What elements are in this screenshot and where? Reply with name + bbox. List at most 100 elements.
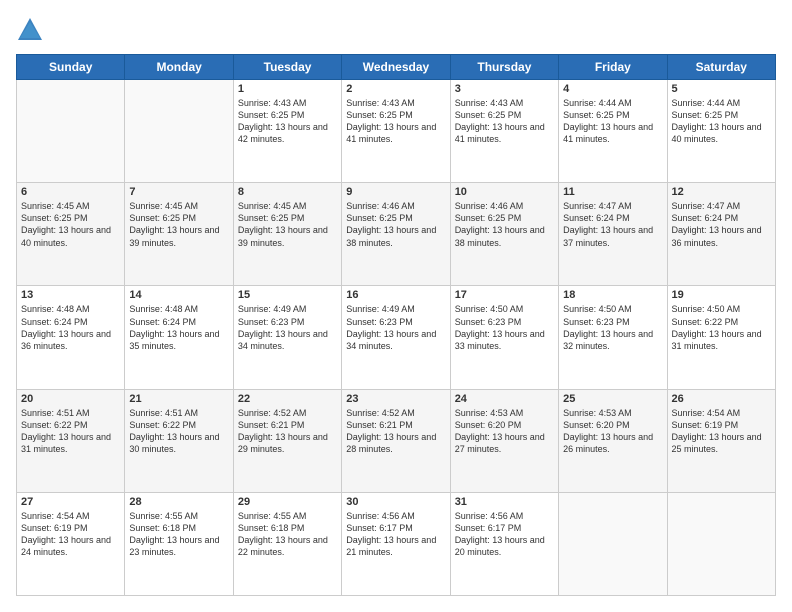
cell-info: Sunrise: 4:48 AM Sunset: 6:24 PM Dayligh… — [129, 303, 228, 352]
cell-info: Sunrise: 4:50 AM Sunset: 6:23 PM Dayligh… — [455, 303, 554, 352]
calendar-cell: 17 Sunrise: 4:50 AM Sunset: 6:23 PM Dayli… — [450, 286, 558, 389]
calendar-cell: 26 Sunrise: 4:54 AM Sunset: 6:19 PM Dayli… — [667, 389, 775, 492]
calendar-cell: 23Sunrise: 4:52 AM Sunset: 6:21 PM Dayli… — [342, 389, 450, 492]
day-number: 21 — [129, 393, 228, 405]
calendar-weekday-header: Wednesday — [342, 55, 450, 80]
day-number: 15 — [238, 289, 337, 301]
cell-info: Sunrise: 4:55 AM Sunset: 6:18 PM Dayligh… — [129, 510, 228, 559]
calendar-weekday-header: Tuesday — [233, 55, 341, 80]
calendar-cell: 8Sunrise: 4:45 AM Sunset: 6:25 PM Daylig… — [233, 183, 341, 286]
calendar-cell: 16 Sunrise: 4:49 AM Sunset: 6:23 PM Dayli… — [342, 286, 450, 389]
cell-info: Sunrise: 4:51 AM Sunset: 6:22 PM Dayligh… — [129, 407, 228, 456]
day-number: 10 — [455, 186, 554, 198]
day-number: 12 — [672, 186, 771, 198]
calendar-header-row: SundayMondayTuesdayWednesdayThursdayFrid… — [17, 55, 776, 80]
calendar-cell: 30Sunrise: 4:56 AM Sunset: 6:17 PM Dayli… — [342, 492, 450, 595]
cell-info: Sunrise: 4:54 AM Sunset: 6:19 PM Dayligh… — [21, 510, 120, 559]
calendar-weekday-header: Saturday — [667, 55, 775, 80]
cell-info: Sunrise: 4:44 AM Sunset: 6:25 PM Dayligh… — [563, 97, 662, 146]
cell-info: Sunrise: 4:46 AM Sunset: 6:25 PM Dayligh… — [346, 200, 445, 249]
day-number: 19 — [672, 289, 771, 301]
day-number: 5 — [672, 83, 771, 95]
cell-info: Sunrise: 4:43 AM Sunset: 6:25 PM Dayligh… — [455, 97, 554, 146]
calendar-week-row: 20 Sunrise: 4:51 AM Sunset: 6:22 PM Dayli… — [17, 389, 776, 492]
calendar-week-row: 6 Sunrise: 4:45 AM Sunset: 6:25 PM Daylig… — [17, 183, 776, 286]
cell-info: Sunrise: 4:53 AM Sunset: 6:20 PM Dayligh… — [563, 407, 662, 456]
calendar-cell — [17, 80, 125, 183]
day-number: 18 — [563, 289, 662, 301]
calendar-cell: 12 Sunrise: 4:47 AM Sunset: 6:24 PM Dayli… — [667, 183, 775, 286]
day-number: 7 — [129, 186, 228, 198]
calendar-cell: 9Sunrise: 4:46 AM Sunset: 6:25 PM Daylig… — [342, 183, 450, 286]
calendar-cell: 3 Sunrise: 4:43 AM Sunset: 6:25 PM Daylig… — [450, 80, 558, 183]
day-number: 20 — [21, 393, 120, 405]
calendar-week-row: 1 Sunrise: 4:43 AM Sunset: 6:25 PM Daylig… — [17, 80, 776, 183]
calendar-cell: 19 Sunrise: 4:50 AM Sunset: 6:22 PM Dayli… — [667, 286, 775, 389]
calendar-cell: 5 Sunrise: 4:44 AM Sunset: 6:25 PM Daylig… — [667, 80, 775, 183]
cell-info: Sunrise: 4:47 AM Sunset: 6:24 PM Dayligh… — [563, 200, 662, 249]
cell-info: Sunrise: 4:51 AM Sunset: 6:22 PM Dayligh… — [21, 407, 120, 456]
calendar-cell: 20 Sunrise: 4:51 AM Sunset: 6:22 PM Dayli… — [17, 389, 125, 492]
calendar-week-row: 13 Sunrise: 4:48 AM Sunset: 6:24 PM Dayli… — [17, 286, 776, 389]
page: SundayMondayTuesdayWednesdayThursdayFrid… — [0, 0, 792, 612]
cell-info: Sunrise: 4:45 AM Sunset: 6:25 PM Dayligh… — [129, 200, 228, 249]
calendar-cell — [559, 492, 667, 595]
day-number: 13 — [21, 289, 120, 301]
calendar-cell: 29 Sunrise: 4:55 AM Sunset: 6:18 PM Dayli… — [233, 492, 341, 595]
day-number: 27 — [21, 496, 120, 508]
day-number: 3 — [455, 83, 554, 95]
calendar-cell: 10 Sunrise: 4:46 AM Sunset: 6:25 PM Dayli… — [450, 183, 558, 286]
cell-info: Sunrise: 4:45 AM Sunset: 6:25 PM Dayligh… — [238, 200, 337, 249]
calendar-cell: 24Sunrise: 4:53 AM Sunset: 6:20 PM Dayli… — [450, 389, 558, 492]
day-number: 31 — [455, 496, 554, 508]
day-number: 29 — [238, 496, 337, 508]
calendar-cell: 1 Sunrise: 4:43 AM Sunset: 6:25 PM Daylig… — [233, 80, 341, 183]
cell-info: Sunrise: 4:53 AM Sunset: 6:20 PM Dayligh… — [455, 407, 554, 456]
logo — [16, 16, 48, 44]
cell-info: Sunrise: 4:52 AM Sunset: 6:21 PM Dayligh… — [238, 407, 337, 456]
calendar-cell: 25 Sunrise: 4:53 AM Sunset: 6:20 PM Dayli… — [559, 389, 667, 492]
cell-info: Sunrise: 4:43 AM Sunset: 6:25 PM Dayligh… — [346, 97, 445, 146]
day-number: 26 — [672, 393, 771, 405]
cell-info: Sunrise: 4:44 AM Sunset: 6:25 PM Dayligh… — [672, 97, 771, 146]
calendar-cell: 28Sunrise: 4:55 AM Sunset: 6:18 PM Dayli… — [125, 492, 233, 595]
day-number: 6 — [21, 186, 120, 198]
cell-info: Sunrise: 4:50 AM Sunset: 6:23 PM Dayligh… — [563, 303, 662, 352]
calendar-cell: 22 Sunrise: 4:52 AM Sunset: 6:21 PM Dayli… — [233, 389, 341, 492]
calendar-cell: 4 Sunrise: 4:44 AM Sunset: 6:25 PM Daylig… — [559, 80, 667, 183]
calendar-cell: 13 Sunrise: 4:48 AM Sunset: 6:24 PM Dayli… — [17, 286, 125, 389]
day-number: 11 — [563, 186, 662, 198]
calendar-cell — [667, 492, 775, 595]
cell-info: Sunrise: 4:48 AM Sunset: 6:24 PM Dayligh… — [21, 303, 120, 352]
calendar-cell: 27 Sunrise: 4:54 AM Sunset: 6:19 PM Dayli… — [17, 492, 125, 595]
cell-info: Sunrise: 4:54 AM Sunset: 6:19 PM Dayligh… — [672, 407, 771, 456]
cell-info: Sunrise: 4:56 AM Sunset: 6:17 PM Dayligh… — [346, 510, 445, 559]
calendar-week-row: 27 Sunrise: 4:54 AM Sunset: 6:19 PM Dayli… — [17, 492, 776, 595]
cell-info: Sunrise: 4:43 AM Sunset: 6:25 PM Dayligh… — [238, 97, 337, 146]
calendar-cell: 31Sunrise: 4:56 AM Sunset: 6:17 PM Dayli… — [450, 492, 558, 595]
day-number: 16 — [346, 289, 445, 301]
calendar-table: SundayMondayTuesdayWednesdayThursdayFrid… — [16, 54, 776, 596]
header — [16, 16, 776, 44]
day-number: 2 — [346, 83, 445, 95]
calendar-cell — [125, 80, 233, 183]
calendar-cell: 11 Sunrise: 4:47 AM Sunset: 6:24 PM Dayli… — [559, 183, 667, 286]
calendar-weekday-header: Monday — [125, 55, 233, 80]
day-number: 22 — [238, 393, 337, 405]
day-number: 4 — [563, 83, 662, 95]
cell-info: Sunrise: 4:50 AM Sunset: 6:22 PM Dayligh… — [672, 303, 771, 352]
calendar-cell: 15Sunrise: 4:49 AM Sunset: 6:23 PM Dayli… — [233, 286, 341, 389]
calendar-cell: 14 Sunrise: 4:48 AM Sunset: 6:24 PM Dayli… — [125, 286, 233, 389]
calendar-cell: 6Sunrise: 4:45 AM Sunset: 6:25 PM Daylig… — [17, 183, 125, 286]
day-number: 17 — [455, 289, 554, 301]
cell-info: Sunrise: 4:49 AM Sunset: 6:23 PM Dayligh… — [346, 303, 445, 352]
logo-icon — [16, 16, 44, 44]
calendar-weekday-header: Thursday — [450, 55, 558, 80]
day-number: 1 — [238, 83, 337, 95]
day-number: 14 — [129, 289, 228, 301]
cell-info: Sunrise: 4:47 AM Sunset: 6:24 PM Dayligh… — [672, 200, 771, 249]
day-number: 25 — [563, 393, 662, 405]
cell-info: Sunrise: 4:46 AM Sunset: 6:25 PM Dayligh… — [455, 200, 554, 249]
cell-info: Sunrise: 4:55 AM Sunset: 6:18 PM Dayligh… — [238, 510, 337, 559]
calendar-weekday-header: Sunday — [17, 55, 125, 80]
